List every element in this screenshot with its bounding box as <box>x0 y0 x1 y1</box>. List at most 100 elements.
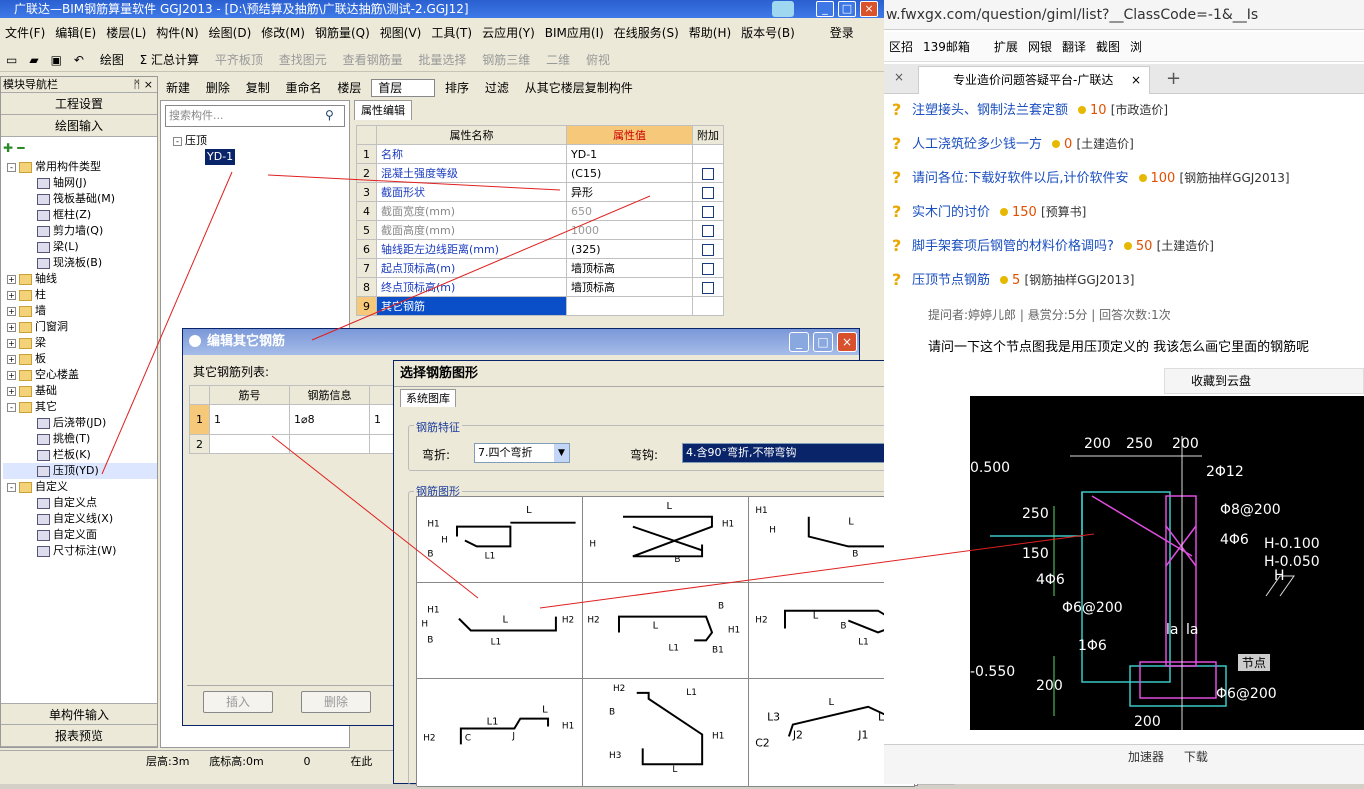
nav-tree-item[interactable]: 栏板(K) <box>3 447 157 463</box>
system-library-tab[interactable]: 系统图库 <box>400 389 456 407</box>
new-component-button[interactable]: 新建 <box>160 76 196 100</box>
property-row[interactable]: 1 名称 YD-1 <box>356 144 724 164</box>
align-slab-top-button[interactable]: 平齐板顶 <box>209 48 269 72</box>
search-input[interactable]: 搜索构件... <box>165 105 345 127</box>
nav-pin-close[interactable]: ᛗ × <box>134 77 157 93</box>
view-2d-select[interactable]: 二维 <box>540 48 576 72</box>
question-tag[interactable]: [钢筋抽样GGJ2013] <box>1179 171 1289 185</box>
property-row[interactable]: 7 起点顶标高(m) 墙顶标高 <box>356 258 724 278</box>
menu-view[interactable]: 视图(V) <box>375 22 427 44</box>
insert-button[interactable]: 插入 <box>203 691 273 713</box>
fav-item[interactable]: 139邮箱 <box>918 32 975 61</box>
close-button[interactable]: × <box>860 1 878 17</box>
shape-cell[interactable]: L H1 H B <box>583 497 749 583</box>
nav-tree-item[interactable]: + 梁 <box>3 335 157 351</box>
menu-help[interactable]: 帮助(H) <box>684 22 736 44</box>
close-icon[interactable]: × <box>1131 67 1141 93</box>
nav-tree-item[interactable]: + 柱 <box>3 287 157 303</box>
batch-select-button[interactable]: 批量选择 <box>412 48 472 72</box>
question-title[interactable]: 人工浇筑砼多少钱一方 <box>912 137 1042 152</box>
nav-tree-item[interactable]: 剪力墙(Q) <box>3 223 157 239</box>
property-row[interactable]: 4 截面宽度(mm) 650 <box>356 201 724 221</box>
expand-icon[interactable]: + <box>7 306 16 316</box>
new-file-icon[interactable]: ▭ <box>0 48 23 72</box>
menu-edit[interactable]: 编辑(E) <box>50 22 101 44</box>
report-preview-button[interactable]: 报表预览 <box>1 725 157 747</box>
question-title[interactable]: 压顶节点钢筋 <box>912 273 990 288</box>
download-button[interactable]: 下载 <box>1176 745 1216 769</box>
nav-tree-item[interactable]: + 基础 <box>3 383 157 399</box>
expand-icon[interactable]: + <box>7 370 16 380</box>
view-rebar-button[interactable]: 查看钢筋量 <box>337 48 409 72</box>
question-title[interactable]: 请问各位:下载好软件以后,计价软件安 <box>912 171 1129 186</box>
prop-value[interactable]: (C15) <box>566 163 693 183</box>
question-item[interactable]: ? 请问各位:下载好软件以后,计价软件安 100 [钢筋抽样GGJ2013] <box>892 164 1290 192</box>
nav-tree-item[interactable]: 现浇板(B) <box>3 255 157 271</box>
question-item[interactable]: ? 注塑接头、钢制法兰套定额 10 [市政造价] <box>892 96 1168 124</box>
nav-tree-item[interactable]: 框柱(Z) <box>3 207 157 223</box>
app-help-icon[interactable] <box>772 1 794 17</box>
menu-floor[interactable]: 楼层(L) <box>101 22 151 44</box>
fav-item[interactable]: 扩展 <box>989 32 1023 61</box>
question-tag[interactable]: [预算书] <box>1041 205 1086 219</box>
delete-component-button[interactable]: 删除 <box>200 76 236 100</box>
expand-collapse-icons[interactable]: ✚ ━ <box>1 137 157 159</box>
prop-value[interactable] <box>566 296 693 316</box>
menu-modify[interactable]: 修改(M) <box>256 22 310 44</box>
fav-item[interactable]: 网银 <box>1023 32 1057 61</box>
expand-icon[interactable]: + <box>7 274 16 284</box>
maximize-button[interactable]: □ <box>838 1 856 17</box>
checkbox[interactable] <box>702 205 714 218</box>
menu-tools[interactable]: 工具(T) <box>426 22 477 44</box>
menu-cloud[interactable]: 云应用(Y) <box>477 22 540 44</box>
menu-rebar[interactable]: 钢筋量(Q) <box>310 22 375 44</box>
nav-tree-item[interactable]: - 常用构件类型 <box>3 159 157 175</box>
shape-cell[interactable]: L1 L H2 C J H1 <box>417 679 583 787</box>
floor-select[interactable]: 首层 <box>371 79 436 97</box>
expand-icon[interactable]: + <box>7 290 16 300</box>
nav-tree-item[interactable]: 自定义面 <box>3 527 157 543</box>
checkbox[interactable] <box>702 186 714 199</box>
accelerator-button[interactable]: 加速器 <box>1120 745 1172 769</box>
shape-cell[interactable]: L H2 B H1 L1 B1 <box>583 583 749 679</box>
draw-button[interactable]: 绘图 <box>94 48 130 72</box>
nav-tree-item[interactable]: 尺寸标注(W) <box>3 543 157 559</box>
checkbox[interactable] <box>702 281 714 294</box>
find-element-button[interactable]: 查找图元 <box>273 48 333 72</box>
prop-value[interactable]: 墙顶标高 <box>566 258 693 278</box>
chevron-down-icon[interactable]: ▼ <box>554 444 569 462</box>
draw-input-button[interactable]: 绘图输入 <box>1 115 157 137</box>
fav-item[interactable]: 区招 <box>884 32 918 61</box>
sort-button[interactable]: 排序 <box>439 76 475 100</box>
property-tab[interactable]: 属性编辑 <box>354 100 412 120</box>
nav-tree-item[interactable]: 自定义点 <box>3 495 157 511</box>
nav-tree-item[interactable]: + 轴线 <box>3 271 157 287</box>
property-row[interactable]: 6 轴线距左边线距离(mm) (325) <box>356 239 724 259</box>
nav-tree-item[interactable]: 压顶(YD) <box>3 463 157 479</box>
nav-tree-item[interactable]: + 板 <box>3 351 157 367</box>
menu-bim[interactable]: BIM应用(I) <box>540 22 609 44</box>
checkbox[interactable] <box>702 167 714 180</box>
top-view-button[interactable]: 俯视 <box>580 48 616 72</box>
nav-tree-item[interactable]: 筏板基础(M) <box>3 191 157 207</box>
nav-tree-item[interactable]: 轴网(J) <box>3 175 157 191</box>
edit-rebar-close[interactable]: × <box>837 332 857 352</box>
expand-icon[interactable]: + <box>7 338 16 348</box>
nav-tree-item[interactable]: 后浇带(JD) <box>3 415 157 431</box>
close-icon[interactable]: × <box>894 70 904 84</box>
filter-button[interactable]: 过滤 <box>479 76 515 100</box>
delete-button[interactable]: 删除 <box>301 691 371 713</box>
property-row[interactable]: 8 终点顶标高(m) 墙顶标高 <box>356 277 724 297</box>
checkbox[interactable] <box>702 243 714 256</box>
prop-value[interactable]: YD-1 <box>566 144 693 164</box>
question-tag[interactable]: [钢筋抽样GGJ2013] <box>1024 273 1134 287</box>
edit-rebar-minimize[interactable]: _ <box>789 332 809 352</box>
property-row[interactable]: 9 其它钢筋 <box>356 296 724 316</box>
prop-value[interactable]: (325) <box>566 239 693 259</box>
project-settings-button[interactable]: 工程设置 <box>1 93 157 115</box>
minimize-button[interactable]: _ <box>816 1 834 17</box>
copy-from-floor-button[interactable]: 从其它楼层复制构件 <box>519 76 639 100</box>
nav-tree-item[interactable]: 梁(L) <box>3 239 157 255</box>
property-row[interactable]: 3 截面形状 异形 <box>356 182 724 202</box>
cloud-save-button[interactable]: 收藏到云盘 <box>1164 368 1364 394</box>
